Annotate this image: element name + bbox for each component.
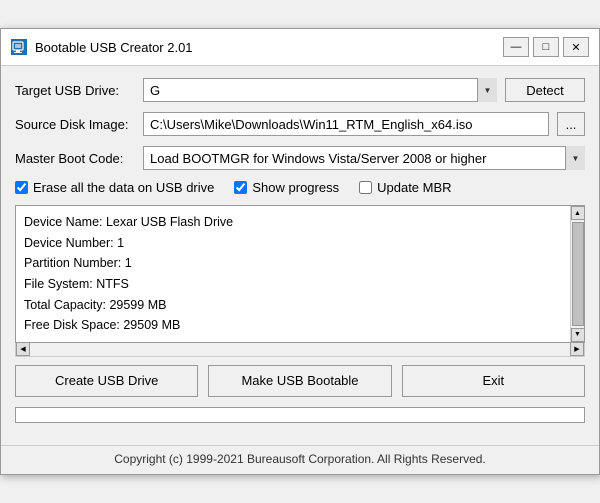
scroll-h-track bbox=[30, 343, 570, 356]
erase-checkbox-item[interactable]: Erase all the data on USB drive bbox=[15, 180, 214, 195]
scroll-up-icon[interactable]: ▲ bbox=[571, 206, 585, 220]
title-bar: Bootable USB Creator 2.01 — □ ✕ bbox=[1, 29, 599, 66]
master-boot-row: Master Boot Code: Load BOOTMGR for Windo… bbox=[15, 146, 585, 170]
app-icon bbox=[11, 39, 27, 55]
info-lines: Device Name: Lexar USB Flash DriveDevice… bbox=[24, 212, 576, 336]
window-title: Bootable USB Creator 2.01 bbox=[35, 40, 503, 55]
window-controls: — □ ✕ bbox=[503, 37, 589, 57]
source-disk-input[interactable] bbox=[143, 112, 549, 136]
main-window: Bootable USB Creator 2.01 — □ ✕ Target U… bbox=[0, 28, 600, 475]
scroll-thumb[interactable] bbox=[572, 222, 584, 326]
info-line: File System: NTFS bbox=[24, 274, 576, 295]
scroll-left-icon[interactable]: ◀ bbox=[16, 342, 30, 356]
browse-button[interactable]: ... bbox=[557, 112, 585, 136]
info-line: Partition Number: 1 bbox=[24, 253, 576, 274]
erase-checkbox[interactable] bbox=[15, 181, 28, 194]
detect-button[interactable]: Detect bbox=[505, 78, 585, 102]
master-boot-select[interactable]: Load BOOTMGR for Windows Vista/Server 20… bbox=[143, 146, 585, 170]
info-box: Device Name: Lexar USB Flash DriveDevice… bbox=[16, 206, 584, 342]
update-mbr-label: Update MBR bbox=[377, 180, 451, 195]
progress-checkbox-item[interactable]: Show progress bbox=[234, 180, 339, 195]
content-area: Target USB Drive: G ▼ Detect Source Disk… bbox=[1, 66, 599, 445]
minimize-button[interactable]: — bbox=[503, 37, 529, 57]
horizontal-scrollbar: ◀ ▶ bbox=[15, 343, 585, 357]
progress-bar bbox=[15, 407, 585, 423]
progress-label: Show progress bbox=[252, 180, 339, 195]
source-disk-row: Source Disk Image: ... bbox=[15, 112, 585, 136]
master-boot-select-wrapper: Load BOOTMGR for Windows Vista/Server 20… bbox=[143, 146, 585, 170]
update-mbr-checkbox-item[interactable]: Update MBR bbox=[359, 180, 451, 195]
action-buttons-row: Create USB Drive Make USB Bootable Exit bbox=[15, 365, 585, 397]
target-select-wrapper: G ▼ bbox=[143, 78, 497, 102]
info-line: Free Disk Space: 29509 MB bbox=[24, 315, 576, 336]
close-button[interactable]: ✕ bbox=[563, 37, 589, 57]
info-line: Device Name: Lexar USB Flash Drive bbox=[24, 212, 576, 233]
scroll-right-icon[interactable]: ▶ bbox=[570, 342, 584, 356]
target-label: Target USB Drive: bbox=[15, 83, 135, 98]
footer: Copyright (c) 1999-2021 Bureausoft Corpo… bbox=[1, 445, 599, 474]
make-bootable-button[interactable]: Make USB Bootable bbox=[208, 365, 391, 397]
scroll-down-icon[interactable]: ▼ bbox=[571, 328, 585, 342]
target-usb-row: Target USB Drive: G ▼ Detect bbox=[15, 78, 585, 102]
exit-button[interactable]: Exit bbox=[402, 365, 585, 397]
info-box-container: Device Name: Lexar USB Flash DriveDevice… bbox=[15, 205, 585, 343]
info-line: Total Capacity: 29599 MB bbox=[24, 295, 576, 316]
source-label: Source Disk Image: bbox=[15, 117, 135, 132]
update-mbr-checkbox[interactable] bbox=[359, 181, 372, 194]
footer-text: Copyright (c) 1999-2021 Bureausoft Corpo… bbox=[114, 452, 486, 466]
info-line: Device Number: 1 bbox=[24, 233, 576, 254]
vertical-scrollbar: ▲ ▼ bbox=[570, 206, 584, 342]
progress-checkbox[interactable] bbox=[234, 181, 247, 194]
erase-label: Erase all the data on USB drive bbox=[33, 180, 214, 195]
master-boot-label: Master Boot Code: bbox=[15, 151, 135, 166]
target-usb-select[interactable]: G bbox=[143, 78, 497, 102]
checkboxes-row: Erase all the data on USB drive Show pro… bbox=[15, 180, 585, 195]
maximize-button[interactable]: □ bbox=[533, 37, 559, 57]
create-usb-button[interactable]: Create USB Drive bbox=[15, 365, 198, 397]
